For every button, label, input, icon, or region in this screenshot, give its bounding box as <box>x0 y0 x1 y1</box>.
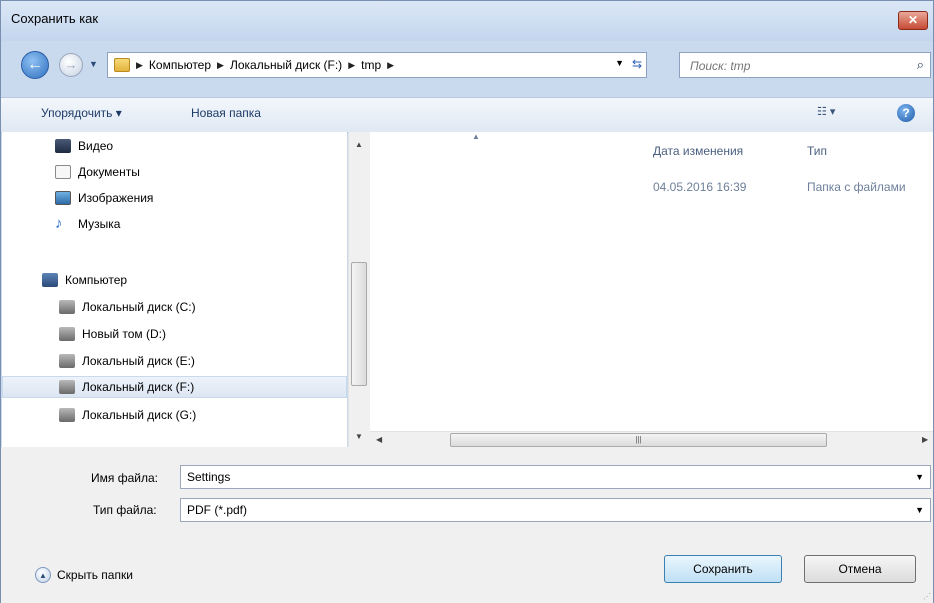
folder-icon <box>114 58 130 72</box>
drive-icon <box>59 354 75 368</box>
filetype-select[interactable]: PDF (*.pdf) ▼ <box>180 498 931 522</box>
column-date-modified[interactable]: Дата изменения <box>653 144 743 158</box>
drive-icon <box>59 327 75 341</box>
back-button[interactable]: ← <box>21 51 49 79</box>
scroll-down-icon[interactable]: ▼ <box>355 432 363 441</box>
nav-item-drive-c[interactable]: Локальный диск (C:) <box>2 296 347 318</box>
cancel-button[interactable]: Отмена <box>804 555 916 583</box>
recent-locations-dropdown[interactable]: ▼ <box>89 59 99 69</box>
nav-scroll-thumb[interactable] <box>351 262 367 386</box>
scroll-up-icon[interactable]: ▲ <box>355 140 363 149</box>
nav-item-documents[interactable]: Документы <box>2 161 347 183</box>
save-options-panel: Имя файла: Settings ▼ Тип файла: PDF (*.… <box>1 447 933 603</box>
drive-icon <box>59 408 75 422</box>
video-icon <box>55 139 71 153</box>
computer-icon <box>42 273 58 287</box>
scroll-left-icon[interactable]: ◀ <box>376 435 382 444</box>
window-title: Сохранить как <box>11 11 99 26</box>
forward-button[interactable]: → <box>59 53 83 77</box>
nav-item-music[interactable]: ♪ Музыка <box>2 213 347 235</box>
filename-dropdown-icon[interactable]: ▼ <box>915 466 924 488</box>
column-type[interactable]: Тип <box>807 144 827 158</box>
pictures-icon <box>55 191 71 205</box>
resize-grip-icon[interactable]: ⋰ <box>923 592 931 601</box>
navigation-pane: Видео Документы Изображения ♪ Музыка Ком… <box>2 132 347 447</box>
nav-item-drive-d[interactable]: Новый том (D:) <box>2 323 347 345</box>
file-list: ▲ Дата изменения Тип 04.05.2016 16:39 Па… <box>370 132 933 431</box>
scroll-right-icon[interactable]: ▶ <box>922 435 928 444</box>
chevron-right-icon[interactable]: ▶ <box>348 60 355 71</box>
address-dropdown-icon[interactable]: ▼ <box>615 58 624 68</box>
breadcrumb-drive-f[interactable]: Локальный диск (F:) <box>230 58 342 72</box>
nav-item-drive-e[interactable]: Локальный диск (E:) <box>2 350 347 372</box>
documents-icon <box>55 165 71 179</box>
search-icon[interactable]: ⌕ <box>917 57 924 73</box>
help-icon[interactable]: ? <box>897 104 915 122</box>
hide-folders-button[interactable]: ▲ Скрыть папки <box>35 567 133 583</box>
title-bar: Сохранить как ✕ <box>1 1 933 41</box>
nav-item-drive-g[interactable]: Локальный диск (G:) <box>2 404 347 426</box>
music-icon: ♪ <box>55 215 63 232</box>
drive-icon <box>59 380 75 394</box>
nav-item-drive-f[interactable]: Локальный диск (F:) <box>2 376 347 398</box>
filename-field[interactable]: Settings ▼ <box>180 465 931 489</box>
filename-label: Имя файла: <box>91 471 158 485</box>
chevron-right-icon: ▶ <box>136 59 143 70</box>
nav-item-video[interactable]: Видео <box>2 135 347 157</box>
new-folder-button[interactable]: Новая папка <box>191 106 261 120</box>
horizontal-scroll-thumb[interactable]: ||| <box>450 433 827 447</box>
back-arrow-icon: ← <box>27 56 43 73</box>
breadcrumb-computer[interactable]: Компьютер <box>149 58 211 72</box>
toolbar: Упорядочить ▾ Новая папка ☷ ▾ ? <box>1 97 933 133</box>
search-box[interactable]: ⌕ <box>679 52 931 78</box>
filetype-dropdown-icon[interactable]: ▼ <box>915 499 924 521</box>
chevron-right-icon[interactable]: ▶ <box>387 60 394 71</box>
refresh-icon[interactable]: ⇆ <box>632 57 642 71</box>
close-button[interactable]: ✕ <box>898 11 928 30</box>
sort-arrow-icon: ▲ <box>472 132 480 141</box>
row-date[interactable]: 04.05.2016 16:39 <box>653 180 746 194</box>
forward-arrow-icon: → <box>64 57 78 72</box>
search-input[interactable] <box>688 58 892 74</box>
drive-icon <box>59 300 75 314</box>
address-bar[interactable]: ▶ Компьютер ▶ Локальный диск (F:) ▶ tmp … <box>107 52 647 78</box>
nav-item-pictures[interactable]: Изображения <box>2 187 347 209</box>
chevron-right-icon[interactable]: ▶ <box>217 60 224 71</box>
nav-scrollbar[interactable]: ▲ ▼ <box>348 132 370 447</box>
nav-item-computer[interactable]: Компьютер <box>2 269 347 291</box>
save-button[interactable]: Сохранить <box>664 555 782 583</box>
breadcrumb-tmp[interactable]: tmp <box>361 58 381 72</box>
row-type[interactable]: Папка с файлами <box>807 180 906 194</box>
views-icon[interactable]: ☷ ▾ <box>817 105 857 123</box>
organize-button[interactable]: Упорядочить ▾ <box>41 106 122 120</box>
file-list-horizontal-scrollbar[interactable]: ◀ ||| ▶ <box>370 431 933 448</box>
filetype-label: Тип файла: <box>93 503 157 517</box>
collapse-icon: ▲ <box>35 567 51 583</box>
save-as-dialog: Сохранить как ✕ ← → ▼ ▶ Компьютер ▶ Лока… <box>0 0 934 603</box>
